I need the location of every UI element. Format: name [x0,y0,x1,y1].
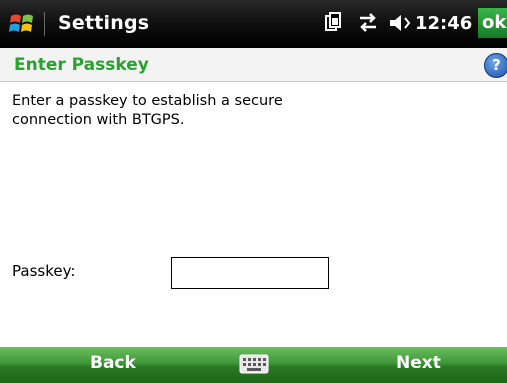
battery-icon[interactable] [324,12,342,34]
instruction-text: Enter a passkey to establish a secure co… [12,93,283,128]
passkey-label: Passkey: [12,262,76,280]
volume-icon[interactable] [388,12,414,34]
app-title: Settings [58,12,150,34]
title-bar: Settings 12:46 ok [0,0,507,48]
next-button[interactable]: Next [396,353,441,373]
clock[interactable]: 12:46 [415,13,472,34]
ok-button[interactable]: ok [478,8,507,38]
title-separator [44,12,45,36]
connectivity-icon[interactable] [356,12,380,34]
softkey-bar: Back Next [0,347,507,383]
windows-start-icon[interactable] [7,8,37,38]
help-icon[interactable]: ? [484,53,507,78]
page-header: Enter Passkey ? [0,48,507,82]
passkey-input[interactable] [171,257,329,289]
page-title: Enter Passkey [14,55,149,75]
keyboard-icon[interactable] [239,354,269,374]
back-button[interactable]: Back [90,353,136,373]
